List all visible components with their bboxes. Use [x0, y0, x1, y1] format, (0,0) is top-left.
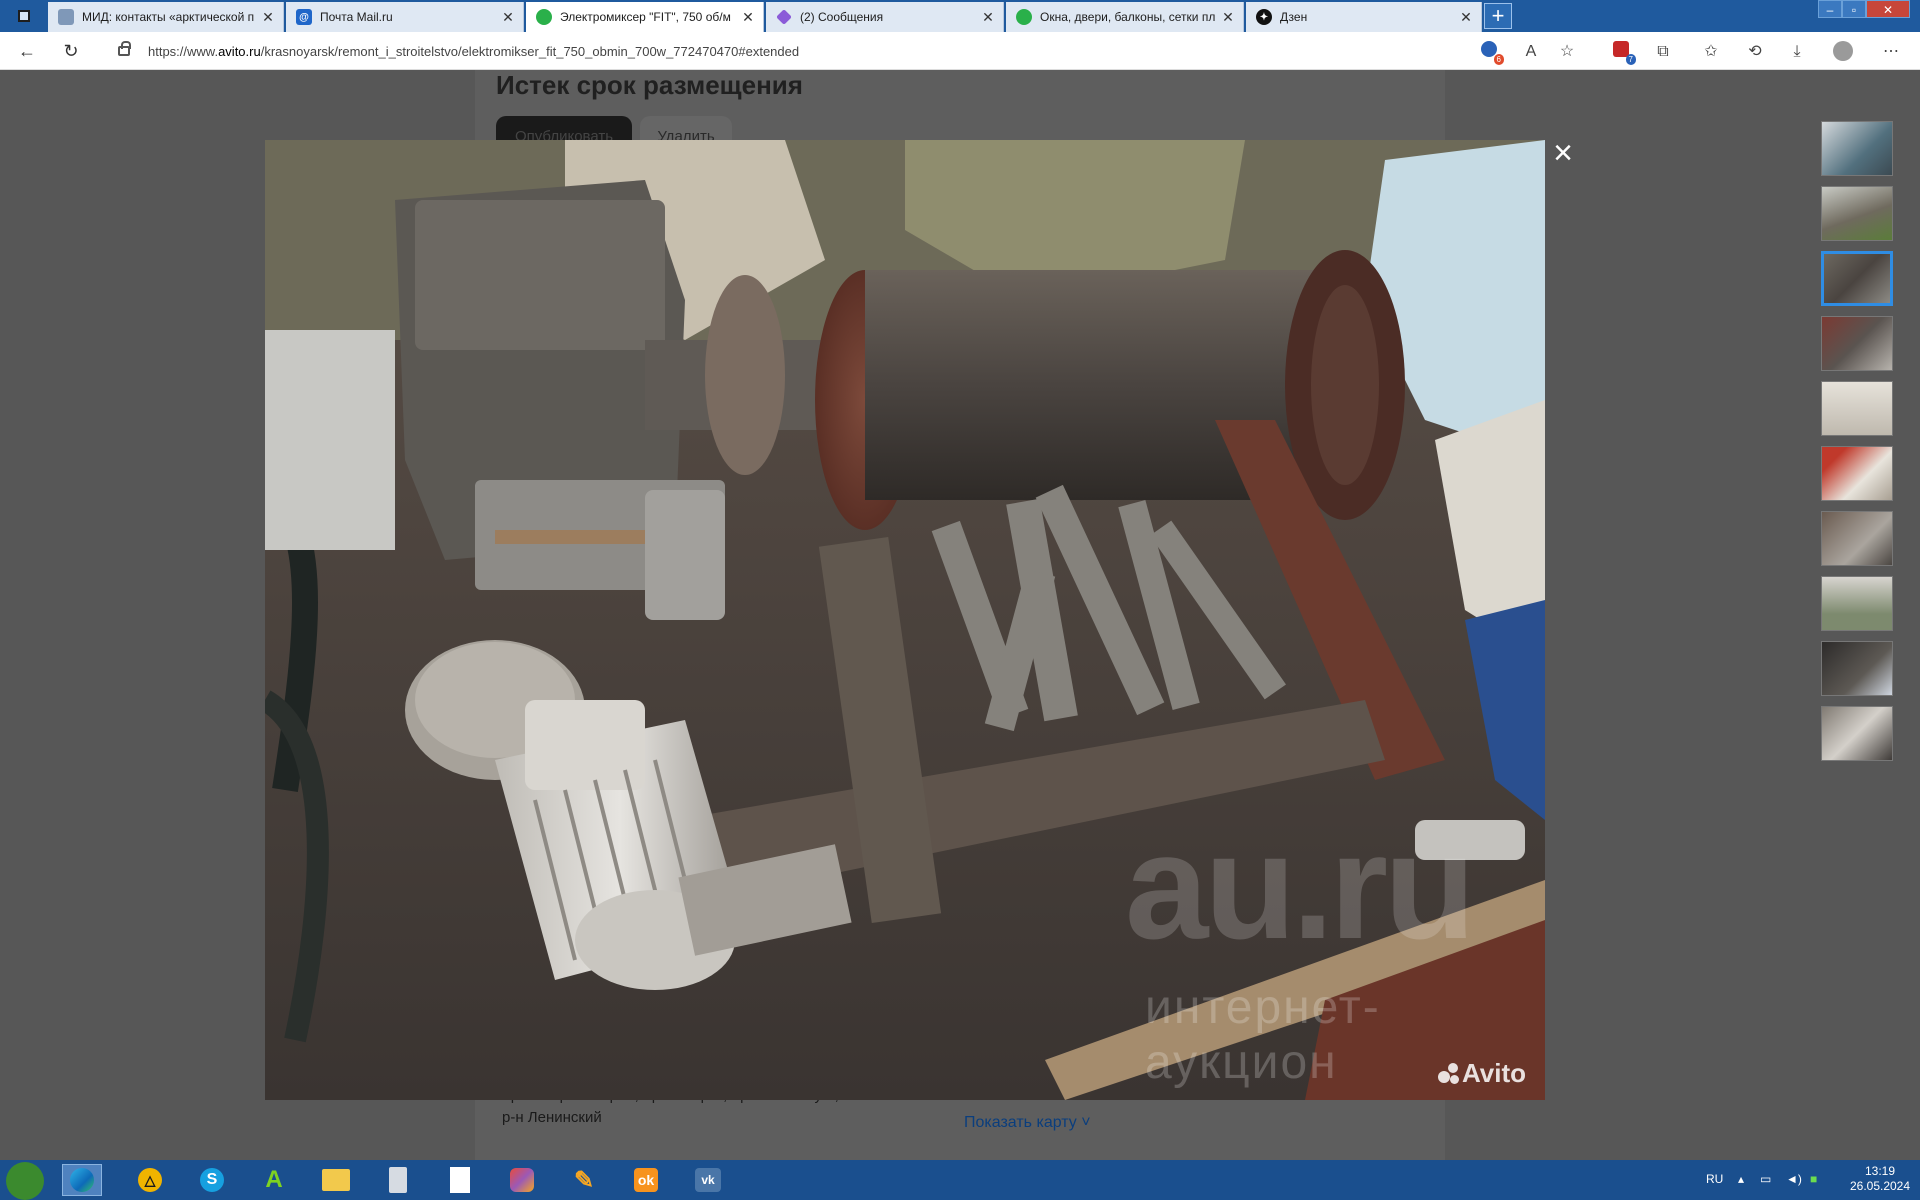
volume-icon[interactable]: ◄)	[1786, 1172, 1802, 1186]
gallery-thumbnail[interactable]	[1821, 121, 1893, 176]
lightbox-photo[interactable]: au.ru интернет-аукцион	[265, 140, 1545, 1100]
show-map-link[interactable]: Показать карту ˅	[964, 1114, 1091, 1132]
favorite-star-icon[interactable]: ☆	[1556, 41, 1578, 63]
adblock-icon[interactable]: 7	[1610, 41, 1636, 65]
app-triangle-icon[interactable]: △	[130, 1164, 170, 1196]
window-menu-icon	[18, 10, 30, 22]
tab-avito-windows[interactable]: Окна, двери, балконы, сетки пл ✕	[1006, 2, 1244, 32]
tray-expand-icon[interactable]: ▴	[1738, 1172, 1744, 1186]
tab-close-icon[interactable]: ✕	[739, 9, 757, 26]
network-icon[interactable]: ▭	[1760, 1172, 1771, 1186]
address-district: р-н Ленинский	[502, 1109, 602, 1126]
app-a-icon[interactable]: A	[254, 1164, 294, 1196]
extension-shield-icon[interactable]: 6	[1478, 41, 1504, 65]
file-explorer-icon[interactable]	[316, 1164, 356, 1196]
tab-close-icon[interactable]: ✕	[1219, 9, 1237, 26]
tab-close-icon[interactable]: ✕	[259, 9, 277, 26]
url-text: https://www.avito.ru/krasnoyarsk/remont_…	[148, 43, 800, 59]
tab-close-icon[interactable]: ✕	[499, 9, 517, 26]
extensions-puzzle-icon[interactable]: ⧉	[1652, 41, 1674, 63]
pen-icon[interactable]: ✎	[564, 1164, 604, 1196]
gallery-thumbnail[interactable]	[1821, 316, 1893, 371]
vk-icon[interactable]: vk	[688, 1164, 728, 1196]
tab-dzen[interactable]: ✦ Дзен ✕	[1246, 2, 1482, 32]
skype-icon[interactable]: S	[192, 1164, 232, 1196]
gallery-thumbnail[interactable]	[1821, 381, 1893, 436]
browser-tabstrip: МИД: контакты «арктической п ✕ @ Почта M…	[0, 0, 1920, 32]
tab-label: Дзен	[1280, 10, 1308, 24]
gallery-thumbnail[interactable]	[1821, 511, 1893, 566]
messages-favicon-icon	[776, 9, 792, 25]
start-button[interactable]	[6, 1162, 44, 1200]
gallery-thumbnail[interactable]	[1821, 576, 1893, 631]
language-indicator[interactable]: RU	[1706, 1172, 1723, 1186]
history-icon[interactable]: ⟲	[1744, 41, 1766, 63]
read-aloud-icon[interactable]: A	[1520, 41, 1542, 63]
odnoklassniki-icon[interactable]: ok	[626, 1164, 666, 1196]
paint-icon[interactable]	[502, 1164, 542, 1196]
lightbox-close-button[interactable]: ×	[1548, 136, 1578, 170]
mail-favicon-icon: @	[296, 9, 312, 25]
windows-taskbar: △ S A ✎ ok vk RU ▴ ▭ ◄) ■ 13:19 26.05.20…	[0, 1160, 1920, 1200]
minimize-button[interactable]: –	[1818, 0, 1842, 18]
tab-label: Окна, двери, балконы, сетки пл	[1040, 10, 1216, 24]
address-bar[interactable]: https://www.avito.ru/krasnoyarsk/remont_…	[104, 38, 1464, 64]
maximize-button[interactable]: ▫	[1842, 0, 1866, 18]
gallery-thumbnail[interactable]	[1821, 186, 1893, 241]
tab-close-icon[interactable]: ✕	[979, 9, 997, 26]
avito-watermark: Avito	[1438, 1058, 1526, 1089]
gallery-thumbnail[interactable]	[1821, 446, 1893, 501]
watermark-au: au.ru	[1125, 802, 1476, 970]
tab-label: (2) Сообщения	[800, 10, 884, 24]
tab-avito-mixer[interactable]: Электромиксер "FIT", 750 об/м ✕	[526, 2, 764, 32]
page-title: Истек срок размещения	[496, 70, 803, 100]
sync-icon[interactable]: ■	[1810, 1172, 1817, 1186]
lock-icon[interactable]	[118, 41, 131, 56]
gallery-thumbnail-selected[interactable]	[1821, 251, 1893, 306]
browser-toolbar: ← ↻ https://www.avito.ru/krasnoyarsk/rem…	[0, 32, 1920, 70]
gallery-thumbnail[interactable]	[1821, 641, 1893, 696]
document-icon[interactable]	[440, 1164, 480, 1196]
close-window-button[interactable]: ✕	[1866, 0, 1910, 18]
tab-label: Электромиксер "FIT", 750 об/м	[560, 10, 731, 24]
profile-avatar-icon[interactable]	[1832, 41, 1854, 63]
new-tab-button[interactable]: +	[1484, 3, 1512, 29]
settings-more-icon[interactable]: ⋯	[1880, 41, 1902, 63]
clock-time: 13:19	[1864, 1164, 1896, 1178]
dzen-favicon-icon: ✦	[1256, 9, 1272, 25]
avito-favicon-icon	[536, 9, 552, 25]
tab-mid[interactable]: МИД: контакты «арктической п ✕	[48, 2, 284, 32]
edge-browser-icon[interactable]	[62, 1164, 102, 1196]
gallery-thumbnail[interactable]	[1821, 706, 1893, 761]
tab-close-icon[interactable]: ✕	[1457, 9, 1475, 26]
tab-label: Почта Mail.ru	[320, 10, 393, 24]
mid-favicon-icon	[58, 9, 74, 25]
calculator-icon[interactable]	[378, 1164, 418, 1196]
tab-messages[interactable]: (2) Сообщения ✕	[766, 2, 1004, 32]
tab-mail[interactable]: @ Почта Mail.ru ✕	[286, 2, 524, 32]
clock[interactable]: 13:19 26.05.2024	[1848, 1164, 1912, 1194]
clock-date: 26.05.2024	[1849, 1179, 1911, 1193]
avito-logo-icon	[1438, 1063, 1460, 1085]
favorites-icon[interactable]: ✩	[1700, 41, 1722, 63]
avito-favicon-icon	[1016, 9, 1032, 25]
downloads-icon[interactable]: ⤓	[1786, 41, 1808, 63]
reload-button[interactable]: ↻	[60, 40, 82, 62]
window-menu-button[interactable]	[8, 4, 40, 28]
back-button[interactable]: ←	[16, 40, 38, 62]
tab-label: МИД: контакты «арктической п	[82, 10, 255, 24]
